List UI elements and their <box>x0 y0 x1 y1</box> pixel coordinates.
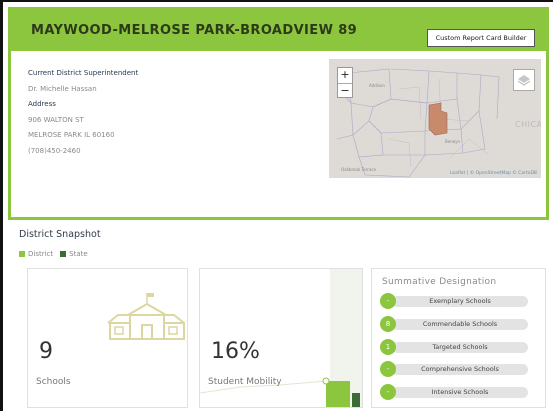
targeted-label: Targeted Schools <box>392 342 528 353</box>
summative-row-targeted: Targeted Schools 1 <box>380 339 530 355</box>
summative-designation-panel: Summative Designation Exemplary Schools … <box>371 268 546 408</box>
phone-number[interactable]: (708)450-2460 <box>28 144 138 160</box>
layers-button[interactable] <box>513 69 535 91</box>
commendable-count: 8 <box>380 316 396 332</box>
exemplary-label: Exemplary Schools <box>392 296 528 307</box>
summative-row-exemplary: Exemplary Schools - <box>380 293 530 309</box>
mobility-trend-point <box>322 377 330 385</box>
targeted-count: 1 <box>380 339 396 355</box>
state-swatch <box>60 251 67 257</box>
district-title: MAYWOOD-MELROSE PARK-BROADVIEW 89 <box>31 23 358 38</box>
svg-text:Berwyn: Berwyn <box>445 139 460 144</box>
map-tiles: Addison Berwyn Oakbrook Terrace <box>329 59 541 178</box>
address-street: 906 WALTON ST <box>28 115 84 124</box>
custom-report-card-builder-button[interactable]: Custom Report Card Builder <box>427 29 535 47</box>
district-card: MAYWOOD-MELROSE PARK-BROADVIEW 89 Custom… <box>8 7 549 220</box>
summative-title: Summative Designation <box>382 277 497 287</box>
student-mobility-value: 16% <box>211 339 260 364</box>
student-mobility-panel: 16% Student Mobility <box>199 268 363 408</box>
schools-count: 9 <box>39 339 53 364</box>
superintendent-name: Dr. Michelle Hassan <box>28 84 97 93</box>
superintendent-label: Current District Superintendent <box>28 69 139 77</box>
student-mobility-label: Student Mobility <box>208 377 282 387</box>
map-zoom-control: + − <box>337 67 353 98</box>
svg-text:Oakbrook Terrace: Oakbrook Terrace <box>341 167 377 172</box>
page-frame-left <box>0 0 3 411</box>
district-snapshot-title: District Snapshot <box>19 229 101 240</box>
summative-row-comprehensive: Comprehensive Schools - <box>380 361 530 377</box>
snapshot-legend: District State <box>19 250 88 258</box>
address-city: MELROSE PARK IL 60160 <box>28 131 115 139</box>
schools-label: Schools <box>36 377 71 387</box>
map-city-label: CHICAG <box>515 120 541 129</box>
legend-district: District <box>28 250 54 258</box>
summative-row-intensive: Intensive Schools - <box>380 384 530 400</box>
map-attribution[interactable]: Leaflet | © OpenStreetMap © CartoDB <box>450 171 537 176</box>
schools-panel: 9 Schools <box>27 268 188 408</box>
comprehensive-label: Comprehensive Schools <box>392 364 528 375</box>
mobility-district-bar <box>326 381 350 407</box>
legend-state: State <box>69 250 88 258</box>
intensive-label: Intensive Schools <box>392 387 528 398</box>
mobility-state-bar <box>352 393 360 407</box>
district-info: Current District Superintendent Dr. Mich… <box>28 66 138 159</box>
school-building-icon <box>107 293 185 340</box>
summative-row-commendable: Commendable Schools 8 <box>380 316 530 332</box>
district-map[interactable]: Addison Berwyn Oakbrook Terrace CHICAG +… <box>329 59 541 178</box>
address-label: Address <box>28 100 56 108</box>
commendable-label: Commendable Schools <box>392 319 528 330</box>
district-swatch <box>19 251 25 257</box>
district-header: MAYWOOD-MELROSE PARK-BROADVIEW 89 Custom… <box>11 10 546 51</box>
zoom-in-button[interactable]: + <box>338 68 352 83</box>
exemplary-count: - <box>380 293 396 309</box>
page-frame-top <box>0 0 553 2</box>
layers-icon <box>517 75 531 86</box>
zoom-out-button[interactable]: − <box>338 84 352 99</box>
intensive-count: - <box>380 384 396 400</box>
svg-text:Addison: Addison <box>369 83 385 88</box>
comprehensive-count: - <box>380 361 396 377</box>
